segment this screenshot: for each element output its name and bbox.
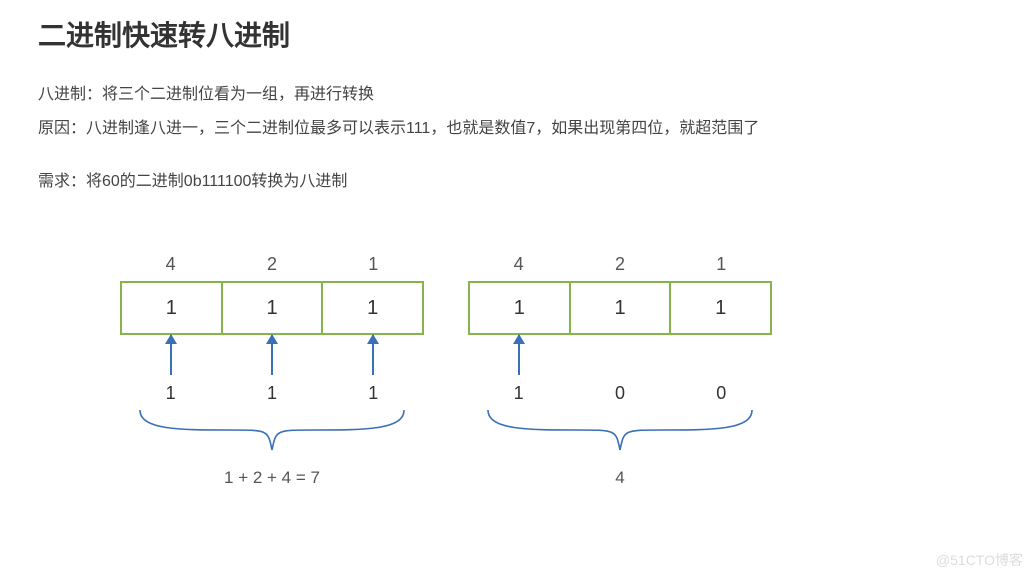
source-bit-row: 1 0 0	[468, 383, 772, 404]
arrow-up-icon	[170, 335, 172, 375]
source-bit-row: 1 1 1	[120, 383, 424, 404]
description-block: 八进制：将三个二进制位看为一组，再进行转换 原因：八进制逢八进一，三个二进制位最…	[0, 54, 1031, 145]
cell-row: 1 1 1	[468, 281, 772, 335]
cell-row: 1 1 1	[120, 281, 424, 335]
bit-cell: 1	[470, 283, 571, 333]
bit-cell: 1	[571, 283, 672, 333]
requirement-text: 需求：将60的二进制0b111100转换为八进制	[0, 145, 1031, 191]
arrow-row	[120, 335, 424, 383]
bit-cell: 1	[323, 283, 422, 333]
weight-label: 1	[671, 254, 771, 275]
bit-group-left: 4 2 1 1 1 1 1 1 1	[120, 254, 424, 488]
curly-brace-icon	[120, 406, 424, 462]
desc-line: 原因：八进制逢八进一，三个二进制位最多可以表示111，也就是数值7，如果出现第四…	[38, 112, 1031, 146]
weight-label: 2	[222, 254, 322, 275]
arrow-up-icon	[372, 335, 374, 375]
bit-cell: 1	[122, 283, 223, 333]
source-bit: 1	[121, 383, 221, 404]
brace-container	[468, 406, 772, 466]
group-result: 1 + 2 + 4 = 7	[120, 468, 424, 488]
source-bit: 1	[469, 383, 569, 404]
arrow-up-icon	[271, 335, 273, 375]
source-bit: 0	[570, 383, 670, 404]
brace-container	[120, 406, 424, 466]
desc-line: 八进制：将三个二进制位看为一组，再进行转换	[38, 78, 1031, 112]
weight-row: 4 2 1	[120, 254, 424, 275]
source-bit: 1	[323, 383, 423, 404]
bit-cell: 1	[223, 283, 324, 333]
bit-cell: 1	[671, 283, 770, 333]
arrow-up-icon	[518, 335, 520, 375]
source-bit: 0	[671, 383, 771, 404]
watermark-text: @51CTO博客	[936, 550, 1023, 570]
weight-label: 4	[121, 254, 221, 275]
bit-group-right: 4 2 1 1 1 1 1 0 0 4	[468, 254, 772, 488]
page-title: 二进制快速转八进制	[0, 0, 1031, 54]
conversion-diagram: 4 2 1 1 1 1 1 1 1	[120, 254, 900, 488]
arrow-row	[468, 335, 772, 383]
weight-label: 2	[570, 254, 670, 275]
group-result: 4	[468, 468, 772, 488]
curly-brace-icon	[468, 406, 772, 462]
weight-row: 4 2 1	[468, 254, 772, 275]
weight-label: 4	[469, 254, 569, 275]
source-bit: 1	[222, 383, 322, 404]
weight-label: 1	[323, 254, 423, 275]
